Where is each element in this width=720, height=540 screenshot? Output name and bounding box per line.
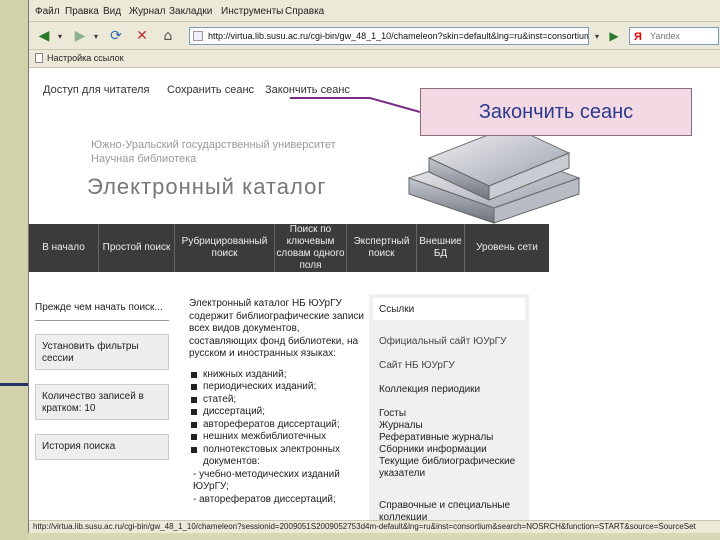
end-session-callout: Закончить сеанс <box>420 88 692 136</box>
nav-expert-search[interactable]: Экспертный поиск <box>347 224 417 272</box>
list-item: авторефератов диссертаций; <box>189 419 369 432</box>
list-item-label: полнотекстовых электронных документов: <box>203 443 340 468</box>
links-bar-item[interactable]: Настройка ссылок <box>35 53 124 63</box>
list-item: книжных изданий; <box>189 369 369 382</box>
forward-icon[interactable]: ▶ <box>69 26 91 46</box>
university-name: Южно-Уральский государственный университ… <box>91 138 336 166</box>
sub-item: - авторефератов диссертаций; <box>193 493 336 505</box>
menu-help[interactable]: Справка <box>285 6 324 17</box>
list-item[interactable]: Текущие библиографические указатели <box>379 456 523 480</box>
address-dropdown-icon[interactable]: ▾ <box>591 26 603 46</box>
before-search-link[interactable]: Прежде чем начать поиск... <box>35 296 169 321</box>
navigation-toolbar: ◀ ▾ ▶ ▾ ⟳ ✕ ⌂ http://virtua.lib.susu.ac.… <box>29 22 720 50</box>
stop-icon[interactable]: ✕ <box>131 26 153 46</box>
slide-accent-rule <box>0 383 30 386</box>
back-icon[interactable]: ◀ <box>33 26 55 46</box>
browser-window: Файл Правка Вид Журнал Закладки Инструме… <box>28 0 720 533</box>
bullet-icon <box>191 421 197 428</box>
status-bar: http://virtua.lib.susu.ac.ru/cgi-bin/gw_… <box>29 520 720 533</box>
bullet-icon <box>191 371 197 378</box>
list-item: периодических изданий; <box>189 381 369 394</box>
list-item-label: диссертаций; <box>203 406 266 417</box>
records-count-setting[interactable]: Количество записей в кратком: 10 <box>35 384 169 420</box>
address-bar[interactable]: http://virtua.lib.susu.ac.ru/cgi-bin/gw_… <box>189 27 589 45</box>
bullet-icon <box>191 409 197 415</box>
catalog-description: Электронный каталог НБ ЮУрГУ содержит би… <box>189 298 369 506</box>
go-icon[interactable]: ▶ <box>605 26 623 46</box>
official-site-link[interactable]: Официальный сайт ЮУрГУ <box>379 336 523 348</box>
menu-tools[interactable]: Инструменты <box>221 6 283 17</box>
menu-history[interactable]: Журнал <box>129 6 166 17</box>
list-item-label: книжных изданий; <box>203 368 287 380</box>
list-item-label: периодических изданий; <box>203 381 317 392</box>
slide-left-strip <box>0 0 28 540</box>
catalog-intro: Электронный каталог НБ ЮУрГУ содержит би… <box>189 298 365 359</box>
menu-file[interactable]: Файл <box>35 6 60 17</box>
session-filters-link[interactable]: Установить фильтры сессии <box>35 334 169 370</box>
resources-list: Госты Журналы Реферативные журналы Сборн… <box>379 408 523 480</box>
links-bar-label: Настройка ссылок <box>47 53 124 63</box>
bullet-icon <box>191 446 197 453</box>
list-item-label: статей; <box>203 393 237 405</box>
links-panel: Ссылки Официальный сайт ЮУрГУ Сайт НБ ЮУ… <box>369 294 529 524</box>
list-item[interactable]: Госты <box>379 408 523 420</box>
yandex-logo-icon: Я <box>634 31 642 43</box>
library-site-link[interactable]: Сайт НБ ЮУрГУ <box>379 360 523 372</box>
library-line: Научная библиотека <box>91 153 197 165</box>
document-types-list: книжных изданий; периодических изданий; … <box>189 369 369 469</box>
site-favicon-icon <box>193 31 203 41</box>
list-item: полнотекстовых электронных документов: <box>189 444 369 469</box>
reader-access-link[interactable]: Доступ для читателя <box>43 84 149 96</box>
menu-bookmarks[interactable]: Закладки <box>169 6 212 17</box>
list-item-label: нешних межбиблиотечных <box>203 431 327 442</box>
periodicals-collection-link[interactable]: Коллекция периодики <box>379 384 523 396</box>
page-icon <box>35 53 43 63</box>
nav-keyword-search[interactable]: Поиск по ключевым словам одного поля <box>275 224 347 272</box>
university-line: Южно-Уральский государственный университ… <box>91 139 336 151</box>
nav-network-level[interactable]: Уровень сети <box>465 224 549 272</box>
nav-rubric-search[interactable]: Рубрицированный поиск <box>175 224 275 272</box>
menu-view[interactable]: Вид <box>103 6 121 17</box>
main-nav-bar: В начало Простой поиск Рубрицированный п… <box>29 224 549 272</box>
list-item-label: авторефератов диссертаций; <box>203 418 340 430</box>
list-item: нешних межбиблиотечных <box>189 431 369 444</box>
search-history-link[interactable]: История поиска <box>35 434 169 460</box>
home-icon[interactable]: ⌂ <box>157 26 179 46</box>
save-session-link[interactable]: Сохранить сеанс <box>167 84 254 96</box>
slide-bottom-strip <box>28 533 720 540</box>
menu-edit[interactable]: Правка <box>65 6 99 17</box>
address-text: http://virtua.lib.susu.ac.ru/cgi-bin/gw_… <box>208 31 589 41</box>
bullet-icon <box>191 396 197 403</box>
reload-icon[interactable]: ⟳ <box>105 26 127 46</box>
list-item[interactable]: Сборники информации <box>379 444 523 456</box>
list-item: статей; <box>189 394 369 407</box>
list-item[interactable]: Реферативные журналы <box>379 432 523 444</box>
links-panel-header: Ссылки <box>373 298 525 320</box>
forward-dropdown-icon[interactable]: ▾ <box>91 26 101 46</box>
links-bar: Настройка ссылок <box>29 50 720 68</box>
back-dropdown-icon[interactable]: ▾ <box>55 26 65 46</box>
yandex-placeholder: Yandex <box>650 31 680 41</box>
sub-item: - учебно-методических изданий ЮУрГУ; <box>193 468 340 493</box>
list-item[interactable]: Журналы <box>379 420 523 432</box>
bullet-icon <box>191 384 197 390</box>
menu-bar: Файл Правка Вид Журнал Закладки Инструме… <box>29 0 720 22</box>
end-session-link[interactable]: Закончить сеанс <box>265 84 350 96</box>
catalog-title: Электронный каталог <box>87 174 327 199</box>
bullet-icon <box>191 434 197 440</box>
nav-home[interactable]: В начало <box>29 224 99 272</box>
list-item: диссертаций; <box>189 406 369 419</box>
yandex-search-input[interactable]: Я Yandex <box>629 27 719 45</box>
nav-external-db[interactable]: Внешние БД <box>417 224 465 272</box>
nav-simple-search[interactable]: Простой поиск <box>99 224 175 272</box>
